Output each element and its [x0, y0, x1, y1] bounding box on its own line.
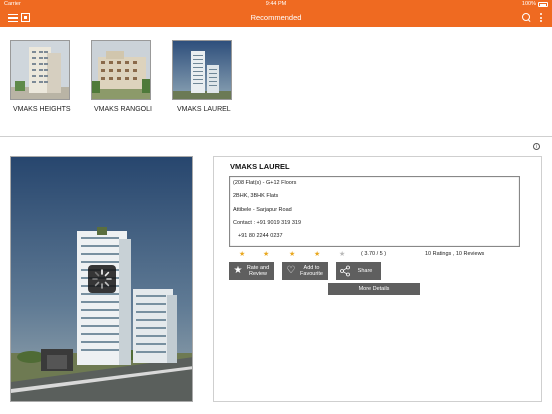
- thumbnail-image[interactable]: [10, 40, 70, 100]
- share-button[interactable]: Share: [336, 262, 381, 280]
- add-to-favourite-label: Add to Favourite: [300, 265, 323, 277]
- status-bar: Carrier 9:44 PM 100%: [0, 0, 552, 8]
- thumbnail-image[interactable]: [172, 40, 232, 100]
- rate-and-review-label: Rate and Review: [246, 265, 270, 277]
- star-icon[interactable]: ★: [289, 250, 295, 258]
- rate-and-review-button[interactable]: ★ Rate and Review: [229, 262, 274, 280]
- share-icon: [339, 265, 351, 277]
- rating-value: ( 3.70 / 5 ): [361, 251, 387, 257]
- search-icon[interactable]: [522, 13, 531, 22]
- star-icon: ★: [233, 265, 243, 276]
- thumbnail-vmaks-rangoli[interactable]: [91, 40, 151, 100]
- star-icon[interactable]: ★: [314, 250, 320, 258]
- heart-icon: ♡: [286, 265, 296, 276]
- project-image: [10, 156, 193, 402]
- star-icon[interactable]: ★: [263, 250, 269, 258]
- navbar: Recommended: [0, 8, 552, 27]
- project-title: VMAKS LAUREL: [230, 162, 290, 171]
- project-info-box: (208 Flat(s) - G+12 Floors 2BHK, 3BHK Fl…: [229, 176, 520, 247]
- more-details-button[interactable]: More Details: [328, 283, 420, 295]
- status-time: 9:44 PM: [265, 1, 287, 7]
- rating-count: 10 Ratings , 10 Reviews: [425, 251, 485, 257]
- add-to-favourite-button[interactable]: ♡ Add to Favourite: [282, 262, 328, 280]
- page-title: Recommended: [250, 13, 302, 22]
- more-icon[interactable]: [540, 13, 543, 23]
- thumbnail-image[interactable]: [91, 40, 151, 100]
- info-line-phone: +91 80 2244 0237: [238, 233, 283, 239]
- info-icon[interactable]: i: [533, 143, 540, 150]
- battery-icon: [538, 2, 548, 7]
- star-icon[interactable]: ★: [339, 250, 345, 258]
- battery-percent: 100%: [521, 1, 536, 7]
- star-icon[interactable]: ★: [239, 250, 245, 258]
- info-line-flats: (208 Flat(s) - G+12 Floors: [233, 180, 297, 186]
- share-label: Share: [357, 268, 373, 274]
- info-line-config: 2BHK, 3BHK Flats: [233, 193, 279, 199]
- loading-spinner-icon: [88, 265, 116, 293]
- info-line-contact: Contact : +91 9019 319 319: [233, 220, 302, 226]
- detail-panel: VMAKS LAUREL (208 Flat(s) - G+12 Floors …: [213, 156, 542, 402]
- info-line-location: Attibele - Sarjapur Road: [233, 207, 292, 213]
- divider: [0, 136, 552, 137]
- thumbnail-vmaks-laurel[interactable]: [172, 40, 232, 100]
- thumbnail-label[interactable]: VMAKS RANGOLI: [94, 106, 152, 113]
- thumbnail-label[interactable]: VMAKS HEIGHTS: [13, 106, 71, 113]
- thumbnail-vmaks-heights[interactable]: [10, 40, 70, 100]
- thumbnail-label[interactable]: VMAKS LAUREL: [177, 106, 231, 113]
